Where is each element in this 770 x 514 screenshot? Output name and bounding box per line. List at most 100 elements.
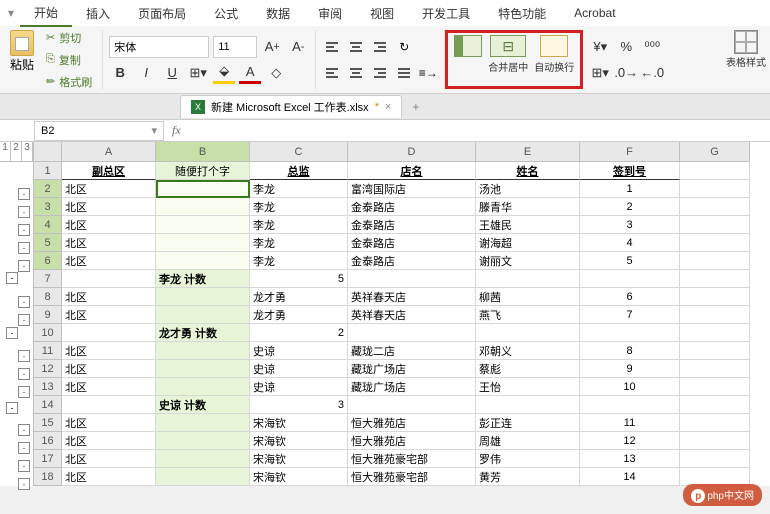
column-header-F[interactable]: F <box>580 142 680 162</box>
outline-toggle[interactable]: · <box>18 296 30 308</box>
subtotal-label[interactable]: 史谅 计数 <box>156 396 250 414</box>
header-cell[interactable]: 店名 <box>348 162 476 180</box>
cell[interactable]: 英祥春天店 <box>348 288 476 306</box>
cell[interactable]: 宋海钦 <box>250 432 348 450</box>
outline-toggle[interactable]: · <box>18 206 30 218</box>
cell[interactable] <box>156 180 250 198</box>
row-header[interactable]: 16 <box>34 432 62 450</box>
outline-toggle[interactable]: · <box>18 224 30 236</box>
cell[interactable] <box>156 252 250 270</box>
tab-pagelayout[interactable]: 页面布局 <box>124 1 200 26</box>
cell[interactable] <box>680 342 750 360</box>
subtotal-count[interactable]: 2 <box>250 324 348 342</box>
clear-format-button[interactable]: ◇ <box>265 62 287 84</box>
file-menu-arrow[interactable]: ▾ <box>8 6 14 20</box>
cell[interactable]: 北区 <box>62 432 156 450</box>
indent-button[interactable]: ≡→ <box>418 63 438 83</box>
cell[interactable]: 金泰路店 <box>348 252 476 270</box>
select-all-corner[interactable] <box>34 142 62 162</box>
outline-toggle[interactable]: · <box>18 424 30 436</box>
cell[interactable] <box>156 342 250 360</box>
row-header[interactable]: 18 <box>34 468 62 486</box>
cell[interactable]: 北区 <box>62 468 156 486</box>
cell[interactable]: 宋海钦 <box>250 450 348 468</box>
cell[interactable] <box>156 450 250 468</box>
cell[interactable]: 北区 <box>62 234 156 252</box>
cell[interactable] <box>156 468 250 486</box>
cell[interactable] <box>680 324 750 342</box>
cell[interactable]: 13 <box>580 450 680 468</box>
cell[interactable] <box>680 162 750 180</box>
align-center-button[interactable] <box>346 63 366 83</box>
tab-devtools[interactable]: 开发工具 <box>408 1 484 26</box>
cell[interactable]: 富湾国际店 <box>348 180 476 198</box>
cell[interactable]: 12 <box>580 432 680 450</box>
header-cell[interactable]: 姓名 <box>476 162 580 180</box>
cell[interactable] <box>680 378 750 396</box>
currency-button[interactable]: ¥▾ <box>589 36 611 58</box>
cell[interactable]: 燕飞 <box>476 306 580 324</box>
subtotal-label[interactable]: 李龙 计数 <box>156 270 250 288</box>
outline-toggle[interactable]: · <box>18 242 30 254</box>
subtotal-count[interactable]: 5 <box>250 270 348 288</box>
decrease-font-button[interactable]: A- <box>287 36 309 58</box>
cell[interactable]: 史谅 <box>250 360 348 378</box>
cell[interactable]: 1 <box>580 180 680 198</box>
cell[interactable]: 史谅 <box>250 342 348 360</box>
row-header[interactable]: 10 <box>34 324 62 342</box>
cell[interactable] <box>680 252 750 270</box>
paste-button[interactable]: 粘贴 <box>6 28 38 92</box>
cell[interactable]: 藏珑二店 <box>348 342 476 360</box>
row-header[interactable]: 2 <box>34 180 62 198</box>
cell[interactable] <box>156 360 250 378</box>
cell[interactable]: 恒大雅苑店 <box>348 414 476 432</box>
decrease-decimal-button[interactable]: ←.0 <box>641 62 663 84</box>
cell[interactable] <box>680 234 750 252</box>
column-header-D[interactable]: D <box>348 142 476 162</box>
cell[interactable] <box>156 378 250 396</box>
align-right-button[interactable] <box>370 63 390 83</box>
cell[interactable]: 6 <box>580 288 680 306</box>
outline-toggle[interactable]: · <box>18 442 30 454</box>
cell[interactable]: 恒大雅苑店 <box>348 432 476 450</box>
cell[interactable]: 北区 <box>62 450 156 468</box>
cell[interactable]: 北区 <box>62 306 156 324</box>
cell[interactable]: 王雄民 <box>476 216 580 234</box>
row-header[interactable]: 9 <box>34 306 62 324</box>
cell[interactable]: 彭正连 <box>476 414 580 432</box>
cell[interactable]: 英祥春天店 <box>348 306 476 324</box>
outline-toggle[interactable]: · <box>18 350 30 362</box>
orientation-button[interactable]: ↻ <box>394 37 414 57</box>
cut-button[interactable]: ✂ 剪切 <box>42 28 96 48</box>
cell[interactable]: 7 <box>580 306 680 324</box>
tab-acrobat[interactable]: Acrobat <box>560 2 629 24</box>
document-tab[interactable]: X 新建 Microsoft Excel 工作表.xlsx * × <box>180 95 402 118</box>
comma-button[interactable]: ⁰⁰⁰ <box>641 36 663 58</box>
italic-button[interactable]: I <box>135 62 157 84</box>
row-header[interactable]: 7 <box>34 270 62 288</box>
cell[interactable]: 藏珑广场店 <box>348 378 476 396</box>
cell[interactable]: 北区 <box>62 288 156 306</box>
row-header[interactable]: 12 <box>34 360 62 378</box>
row-header[interactable]: 8 <box>34 288 62 306</box>
cell[interactable]: 北区 <box>62 414 156 432</box>
cell[interactable] <box>680 432 750 450</box>
row-header[interactable]: 5 <box>34 234 62 252</box>
outline-toggle[interactable]: · <box>18 386 30 398</box>
header-cell[interactable]: 签到号 <box>580 162 680 180</box>
font-color-button[interactable]: A <box>239 62 261 84</box>
cell[interactable]: 龙才勇 <box>250 288 348 306</box>
merge-cells-button[interactable] <box>454 35 482 81</box>
cell[interactable]: 9 <box>580 360 680 378</box>
cell[interactable] <box>680 270 750 288</box>
cell[interactable] <box>62 270 156 288</box>
cell[interactable] <box>156 432 250 450</box>
cell[interactable]: 蔡彪 <box>476 360 580 378</box>
cell[interactable]: 恒大雅苑豪宅部 <box>348 450 476 468</box>
cell[interactable] <box>680 216 750 234</box>
cell[interactable] <box>580 324 680 342</box>
tab-home[interactable]: 开始 <box>20 0 72 27</box>
cell[interactable]: 金泰路店 <box>348 198 476 216</box>
cell[interactable] <box>580 270 680 288</box>
row-header[interactable]: 3 <box>34 198 62 216</box>
